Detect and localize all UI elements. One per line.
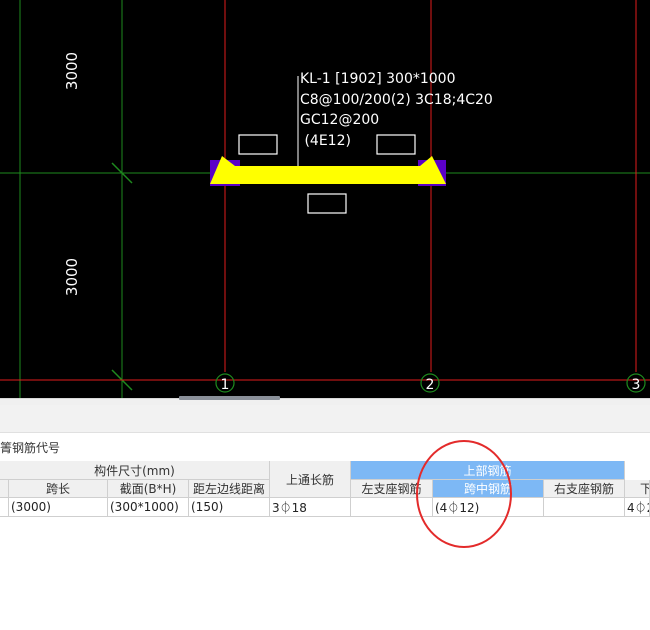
rebar-input-panel: 箐钢筋代号 <box>0 405 650 630</box>
drawing-svg: 1 2 3 <box>0 0 650 398</box>
cell-next[interactable]: 4⏀2 <box>625 498 650 517</box>
col-header-section: 截面(B*H) <box>108 480 189 498</box>
cell-span-length[interactable]: (3000) <box>9 498 108 517</box>
group-header-size: 构件尺寸(mm) <box>0 461 270 480</box>
cell-dist-left-edge[interactable]: (150) <box>189 498 270 517</box>
col-header-top-through-rebar: 上通长筋 <box>270 461 351 498</box>
cad-drawing-canvas[interactable]: 1 2 3 3000 3000 KL-1 [1902] 300*1000 C8@… <box>0 0 650 398</box>
cell-right-support-rebar[interactable] <box>544 498 625 517</box>
beam-kl1[interactable] <box>210 156 446 184</box>
axis-label-1: 1 <box>221 377 230 393</box>
group-header-top-rebar: 上部钢筋 <box>351 461 625 480</box>
col-header-blank <box>0 480 9 498</box>
cell-top-through-rebar[interactable]: 3⏀18 <box>270 498 351 517</box>
col-header-span-length: 跨长 <box>9 480 108 498</box>
dimension-text-bottom: 3000 <box>63 257 81 297</box>
table-row-cell-index[interactable] <box>0 498 9 517</box>
col-header-right-support-rebar: 右支座钢筋 <box>544 480 625 498</box>
cell-section[interactable]: (300*1000) <box>108 498 189 517</box>
beam-label-line-3[interactable]: GC12@200 <box>300 110 379 131</box>
beam-label-line-4[interactable]: (4E12) <box>300 131 351 152</box>
beam-label-line-1[interactable]: KL-1 [1902] 300*1000 <box>300 69 456 90</box>
axis-label-3: 3 <box>632 377 641 393</box>
cell-left-support-rebar[interactable] <box>351 498 433 517</box>
panel-title: 箐钢筋代号 <box>0 441 61 455</box>
col-header-next: 下 <box>625 480 650 498</box>
rebar-box-bottom[interactable] <box>307 193 347 214</box>
axis-label-2: 2 <box>426 377 435 393</box>
panel-splitter[interactable] <box>0 398 650 405</box>
dimension-text-top: 3000 <box>63 51 81 91</box>
splitter-handle[interactable] <box>179 396 280 400</box>
cell-mid-span-rebar[interactable]: (4⏀12) <box>433 498 544 517</box>
rebar-box-left[interactable] <box>238 134 278 155</box>
col-header-left-support-rebar: 左支座钢筋 <box>351 480 433 498</box>
rebar-box-right[interactable] <box>376 134 416 155</box>
beam-label-line-2[interactable]: C8@100/200(2) 3C18;4C20 <box>300 90 493 111</box>
panel-tab-bar <box>0 405 650 433</box>
col-header-mid-span-rebar: 跨中钢筋 <box>433 480 544 498</box>
col-header-dist-left-edge: 距左边线距离 <box>189 480 270 498</box>
